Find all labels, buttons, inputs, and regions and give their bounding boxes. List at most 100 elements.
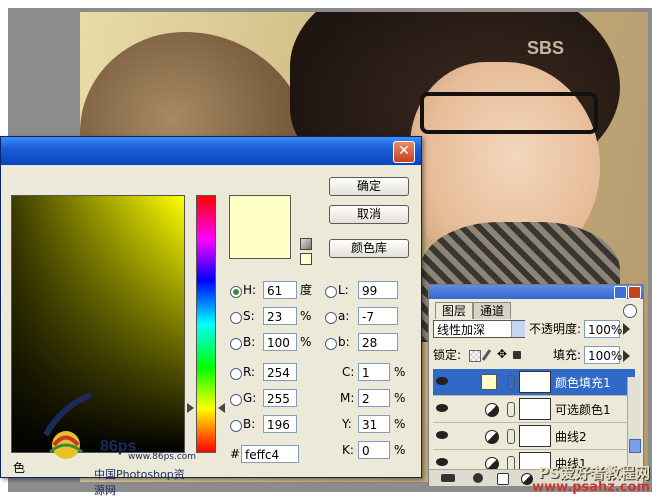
hex-label: # [230,447,241,461]
dialog-titlebar[interactable]: ✕ [1,137,421,165]
lab-l-radio[interactable] [325,286,337,298]
link-chain-icon[interactable] [507,456,515,469]
rgb-b-radio[interactable] [230,420,242,432]
m-unit: % [394,391,406,405]
lab-b-label: b: [338,335,350,349]
scrollbar-thumb[interactable] [629,439,641,453]
s-radio[interactable] [230,312,242,324]
layer-row[interactable]: 可选颜色1 [433,396,635,423]
layers-scrollbar[interactable] [627,377,641,467]
c-input[interactable]: 1 [358,363,390,381]
r-label: R: [243,365,256,379]
m-label: M: [340,391,355,405]
lab-a-input[interactable]: -7 [358,307,398,325]
photo-glasses [420,92,598,134]
visibility-eye-icon[interactable] [436,377,448,385]
lab-l-label: L: [338,283,349,297]
y-label: Y: [342,417,352,431]
s-input[interactable]: 23 [263,307,297,325]
fill-arrow-icon[interactable] [623,350,630,362]
k-input[interactable]: 0 [358,441,390,459]
k-unit: % [394,443,406,457]
hex-input[interactable]: feffc4 [241,445,299,463]
m-input[interactable]: 2 [358,389,390,407]
visibility-eye-icon[interactable] [436,431,448,439]
g-input[interactable]: 255 [263,389,297,407]
c-label: C: [342,365,355,379]
visibility-eye-icon[interactable] [436,404,448,412]
cancel-button[interactable]: 取消 [329,205,409,224]
lab-l-input[interactable]: 99 [358,281,398,299]
86ps-url: www.86ps.com [128,452,197,462]
g-radio[interactable] [230,394,242,406]
h-input[interactable]: 61 [263,281,297,299]
hue-slider-arrow-right-icon[interactable] [218,403,225,413]
fill-label: 填充: [553,348,582,362]
r-radio[interactable] [230,368,242,380]
web-safe-swatch-icon[interactable] [300,253,312,265]
tab-channels[interactable]: 通道 [473,302,512,319]
field-left-text: 色 [13,461,26,475]
fill-input[interactable]: 100% [584,346,622,364]
rgb-b-label: B: [243,417,256,431]
layer-row[interactable]: 曲线2 [433,423,635,450]
86ps-logo-icon [43,392,93,459]
opacity-arrow-icon[interactable] [623,323,630,335]
chevron-down-icon[interactable] [511,321,525,337]
lab-a-radio[interactable] [325,312,337,324]
r-input[interactable]: 254 [263,363,297,381]
layer-style-icon[interactable] [473,473,483,483]
ok-button[interactable]: 确定 [329,177,409,196]
lock-label: 锁定: [433,348,462,362]
layer-name: 颜色填充1 [555,376,611,390]
adjustment-layer-icon [485,403,499,417]
lock-transparency-icon[interactable] [469,350,481,362]
lock-brush-icon[interactable] [481,349,492,361]
opacity-label: 不透明度: [529,322,582,336]
b-unit: % [300,335,312,349]
b-input[interactable]: 100 [263,333,297,351]
h-radio[interactable] [230,286,242,298]
layers-panel-titlebar[interactable] [429,285,643,299]
layer-mask-thumbnail[interactable] [519,425,551,447]
panel-menu-icon[interactable] [623,304,637,318]
hue-slider[interactable] [196,195,216,453]
k-label: K: [342,443,354,457]
h-label: H: [243,283,257,297]
86ps-tagline: 中国Photoshop资源网 [94,468,185,497]
site-watermark-url: www.psahz.com [532,480,650,495]
lock-move-icon[interactable]: ✥ [497,348,507,360]
layer-name: 曲线2 [555,430,587,444]
out-of-gamut-cube-icon[interactable] [300,238,312,250]
layer-row[interactable]: 颜色填充1 [433,369,635,396]
tab-layers[interactable]: 图层 [435,302,474,319]
lab-b-input[interactable]: 28 [358,333,398,351]
minimize-icon[interactable] [614,286,627,299]
layer-mask-thumbnail[interactable] [519,398,551,420]
rgb-b-input[interactable]: 196 [263,415,297,433]
link-chain-icon[interactable] [507,375,515,390]
lock-all-icon[interactable] [513,351,521,359]
channel-logo: SBS [526,38,564,58]
add-mask-icon[interactable] [497,473,509,485]
86ps-watermark: 86ps www.86ps.com 中国Photoshop资源网 [36,390,196,497]
layer-name: 可选颜色1 [555,403,611,417]
close-panel-icon[interactable] [628,286,641,299]
fill-layer-thumbnail [481,374,497,390]
color-libraries-button[interactable]: 颜色库 [329,239,409,258]
link-chain-icon[interactable] [507,402,515,417]
link-layers-icon[interactable] [441,474,455,482]
layer-mask-thumbnail[interactable] [519,371,551,393]
visibility-eye-icon[interactable] [436,458,448,466]
link-chain-icon[interactable] [507,429,515,444]
adjustment-layer-icon [485,430,499,444]
s-unit: % [300,309,312,323]
y-unit: % [394,417,406,431]
y-input[interactable]: 31 [358,415,390,433]
opacity-input[interactable]: 100% [584,320,622,338]
b-radio[interactable] [230,338,242,350]
hue-slider-arrow-left-icon[interactable] [187,403,194,413]
close-button[interactable]: ✕ [393,141,415,163]
c-unit: % [394,365,406,379]
lab-b-radio[interactable] [325,338,337,350]
